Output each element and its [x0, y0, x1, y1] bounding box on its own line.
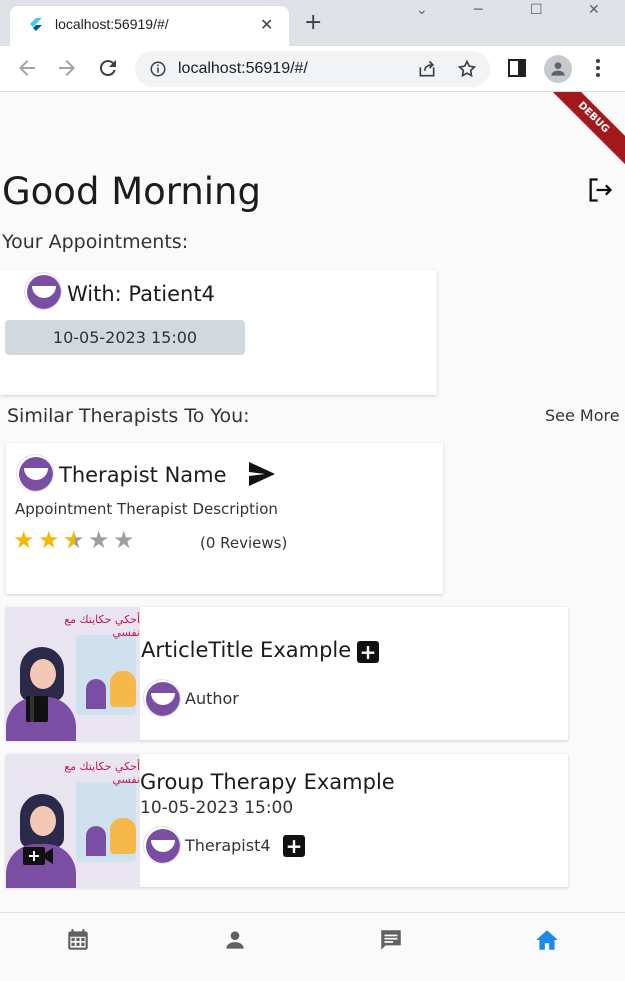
reload-icon[interactable]: [96, 56, 120, 80]
article-title: ArticleTitle Example: [141, 638, 352, 662]
url-text: localhost:56919/#/: [178, 60, 308, 77]
patient-avatar: [24, 272, 62, 310]
appointment-with: With: Patient4: [67, 282, 215, 306]
profile-avatar[interactable]: [544, 55, 572, 83]
app-viewport: DEBUG Good Morning Your Appointments: Wi…: [0, 92, 625, 981]
reviews-count: (0 Reviews): [200, 534, 288, 552]
back-icon[interactable]: [15, 56, 39, 80]
forward-icon[interactable]: [55, 56, 79, 80]
article-author: Author: [185, 689, 239, 708]
more-menu-icon[interactable]: [586, 56, 610, 80]
article-thumbnail: أحكي حكايتك مع نفسي: [6, 607, 140, 741]
send-message-icon[interactable]: [248, 461, 276, 487]
author-avatar: [143, 679, 181, 717]
tab-search-chevron-icon[interactable]: ⌄: [416, 2, 428, 18]
group-therapist-avatar: [143, 826, 181, 864]
group-therapist-name: Therapist4: [185, 836, 271, 855]
logout-icon[interactable]: [586, 176, 614, 204]
video-call-icon: [23, 847, 53, 865]
browser-tab[interactable]: localhost:56919/#/ ✕: [10, 6, 289, 46]
star-empty-icon: ★: [88, 526, 110, 554]
debug-banner: DEBUG: [543, 92, 625, 168]
home-icon[interactable]: [534, 927, 560, 953]
thumbnail-caption: أحكي حكايتك مع نفسي: [64, 613, 140, 639]
similar-therapists-title: Similar Therapists To You:: [7, 405, 250, 427]
bookmark-star-icon[interactable]: [457, 59, 477, 79]
group-title: Group Therapy Example: [140, 770, 395, 794]
article-card[interactable]: أحكي حكايتك مع نفسي: [6, 607, 568, 741]
maximize-button[interactable]: ☐: [530, 2, 543, 18]
share-icon[interactable]: [417, 59, 437, 79]
therapist-avatar: [16, 454, 54, 492]
join-group-button[interactable]: +: [283, 835, 305, 857]
appointment-date-chip: 10-05-2023 15:00: [5, 320, 245, 355]
book-icon: [26, 696, 48, 722]
star-half-icon: ★ ★: [63, 526, 85, 554]
tab-close-icon[interactable]: ✕: [260, 15, 273, 34]
side-panel-icon[interactable]: [505, 56, 529, 80]
thumbnail-caption: أحكي حكايتك مع نفسي: [64, 760, 140, 786]
close-window-button[interactable]: ✕: [588, 2, 600, 18]
browser-tabbar: localhost:56919/#/ ✕ + ⌄ ─ ☐ ✕: [0, 0, 625, 46]
new-tab-button[interactable]: +: [304, 10, 322, 35]
greeting-title: Good Morning: [2, 170, 261, 213]
profile-icon[interactable]: [222, 927, 248, 953]
bottom-navigation: [0, 912, 625, 981]
appointments-title: Your Appointments:: [2, 231, 189, 253]
tab-title: localhost:56919/#/: [55, 16, 169, 32]
star-full-icon: ★: [13, 526, 35, 554]
star-full-icon: ★: [38, 526, 60, 554]
group-datetime: 10-05-2023 15:00: [140, 798, 294, 818]
therapist-description: Appointment Therapist Description: [15, 500, 278, 518]
add-article-button[interactable]: +: [357, 641, 379, 663]
star-empty-icon: ★: [113, 526, 135, 554]
therapist-name: Therapist Name: [59, 463, 227, 487]
minimize-button[interactable]: ─: [474, 2, 482, 18]
site-info-icon[interactable]: [149, 60, 167, 78]
group-thumbnail: أحكي حكايتك مع نفسي: [6, 754, 140, 888]
browser-toolbar: localhost:56919/#/: [0, 46, 625, 92]
address-bar[interactable]: localhost:56919/#/: [135, 51, 490, 87]
person-icon: [551, 62, 565, 76]
calendar-icon[interactable]: [65, 927, 91, 953]
flutter-favicon-icon: [30, 18, 42, 31]
see-more-link[interactable]: See More: [545, 406, 620, 425]
chat-icon[interactable]: [378, 927, 404, 953]
